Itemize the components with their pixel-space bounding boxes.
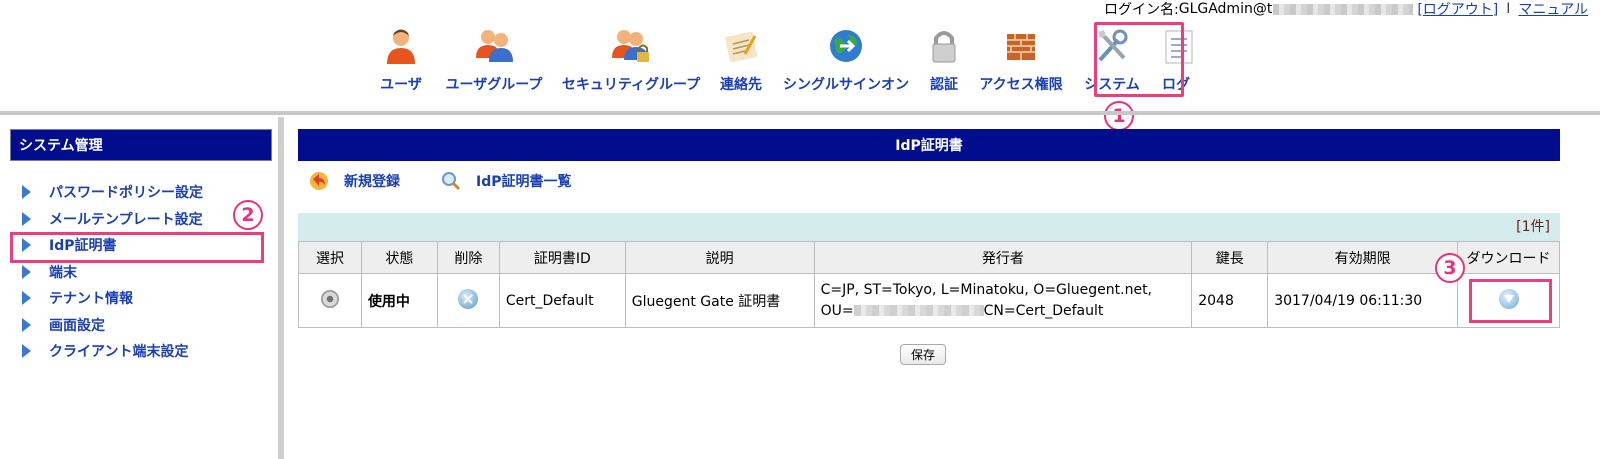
triangle-bullet-icon [22, 317, 31, 332]
sidebar-item-tenant-info[interactable]: テナント情報 [10, 285, 272, 312]
certificate-table: 選択 状態 削除 証明書ID 説明 発行者 鍵長 有効期限 ダウンロード 使用中… [298, 241, 1560, 328]
issuer-cn: CN=Cert_Default [983, 302, 1104, 319]
triangle-bullet-icon [22, 344, 31, 359]
top-navigation: ユーザ ユーザグループ セキュリティグループ 連絡先 シングルサインオン 認証 … [0, 22, 1600, 102]
issuer-cell: C=JP, ST=Tokyo, L=Minatoku, O=Gluegent.n… [813, 273, 1193, 328]
save-button[interactable]: 保存 [900, 344, 946, 365]
main-panel: IdP証明書 新規登録 IdP証明書一覧 [1件] 選択 状態 削除 証明書ID… [298, 129, 1560, 328]
idp-certificate-list-link[interactable]: IdP証明書一覧 [440, 170, 572, 192]
new-registration-icon [310, 172, 328, 190]
description-cell: Gluegent Gate 証明書 [624, 273, 815, 328]
user-group-icon [476, 30, 513, 62]
search-icon [442, 172, 461, 191]
sidebar-item-client-device-settings[interactable]: クライアント端末設定 [10, 338, 272, 365]
column-header: 説明 [624, 241, 815, 274]
annotation-number-3: 3 [1435, 253, 1465, 283]
column-header: 鍵長 [1191, 241, 1269, 274]
delete-icon[interactable] [458, 288, 479, 309]
sidebar-item-label: 端末 [49, 264, 77, 281]
result-count: [1件] [298, 213, 1560, 241]
column-header: 削除 [436, 241, 500, 274]
user-icon [387, 29, 415, 64]
column-header: ダウンロード [1457, 241, 1560, 274]
sidebar-item-screen-settings[interactable]: 画面設定 [10, 312, 272, 339]
sidebar-item-label: テナント情報 [49, 291, 133, 308]
issuer-line-2: OU= CN=Cert_Default [821, 301, 1186, 322]
nav-label: セキュリティグループ [561, 77, 701, 93]
sidebar-item-label: 画面設定 [49, 317, 105, 334]
sidebar-title: システム管理 [10, 129, 272, 161]
triangle-bullet-icon [22, 211, 31, 226]
status-cell: 使用中 [360, 273, 438, 328]
page-title: IdP証明書 [298, 129, 1560, 161]
security-group-icon [612, 30, 649, 62]
new-registration-label: 新規登録 [344, 174, 400, 190]
column-header: 有効期限 [1267, 241, 1459, 274]
column-header: 状態 [360, 241, 438, 274]
select-radio[interactable] [320, 289, 339, 308]
table-header-row: 選択 状態 削除 証明書ID 説明 発行者 鍵長 有効期限 ダウンロード [298, 241, 1560, 274]
login-user: GLGAdmin@t [1178, 1, 1273, 17]
logout-link[interactable]: [ログアウト] [1417, 0, 1498, 19]
sidebar-item-label: クライアント端末設定 [49, 344, 189, 361]
sidebar-item-label: メールテンプレート設定 [49, 211, 203, 228]
sidebar-item-label: パスワードポリシー設定 [49, 185, 203, 202]
firewall-icon [1007, 34, 1035, 60]
annotation-number-2: 2 [233, 200, 263, 230]
redacted-issuer-ou [853, 305, 984, 316]
issuer-line-1: C=JP, ST=Tokyo, L=Minatoku, O=Gluegent.n… [820, 281, 1153, 298]
highlight-box-download [1469, 279, 1552, 323]
annotation-number-1: 1 [1104, 101, 1134, 131]
triangle-bullet-icon [22, 291, 31, 306]
action-bar: 新規登録 IdP証明書一覧 [298, 161, 1560, 201]
nav-label: ユーザ [380, 77, 422, 93]
sidebar-item-password-policy[interactable]: パスワードポリシー設定 [10, 179, 272, 206]
nav-label: 連絡先 [720, 77, 762, 93]
sidebar-menu: パスワードポリシー設定 メールテンプレート設定 IdP証明書 端末 テナント情報… [10, 179, 272, 365]
nav-label: ユーザグループ [445, 77, 543, 93]
column-header: 発行者 [813, 241, 1193, 274]
highlight-box-system [1094, 22, 1184, 97]
table-row: 使用中 Cert_Default Gluegent Gate 証明書 C=JP,… [298, 273, 1560, 328]
nav-label: アクセス権限 [979, 77, 1063, 93]
delete-cell [436, 273, 500, 328]
login-bar: ログイン名: GLGAdmin@t [ログアウト] I マニュアル [1104, 0, 1588, 18]
select-cell [298, 273, 362, 328]
key-length-cell: 2048 [1191, 273, 1269, 328]
lock-icon [932, 31, 956, 63]
contact-icon [725, 31, 758, 63]
highlight-box-idp-certificate [10, 232, 264, 263]
nav-label: シングルサインオン [783, 77, 909, 93]
expiry-cell: 3017/04/19 06:11:30 [1267, 273, 1459, 328]
globe-icon [830, 30, 862, 62]
idp-certificate-list-label: IdP証明書一覧 [476, 174, 572, 190]
issuer-ou-prefix: OU= [820, 302, 854, 319]
manual-link[interactable]: マニュアル [1518, 0, 1588, 19]
triangle-bullet-icon [22, 264, 31, 279]
triangle-bullet-icon [22, 185, 31, 200]
column-header: 証明書ID [498, 241, 626, 274]
cert-id-cell: Cert_Default [498, 273, 626, 328]
panel-divider[interactable] [278, 117, 284, 459]
login-label: ログイン名: [1104, 2, 1179, 18]
header-divider [0, 111, 1600, 115]
redacted-username [1273, 3, 1414, 15]
nav-label: 認証 [930, 77, 958, 93]
column-header: 選択 [298, 241, 362, 274]
new-registration-link[interactable]: 新規登録 [308, 170, 400, 192]
separator: I [1506, 1, 1511, 17]
